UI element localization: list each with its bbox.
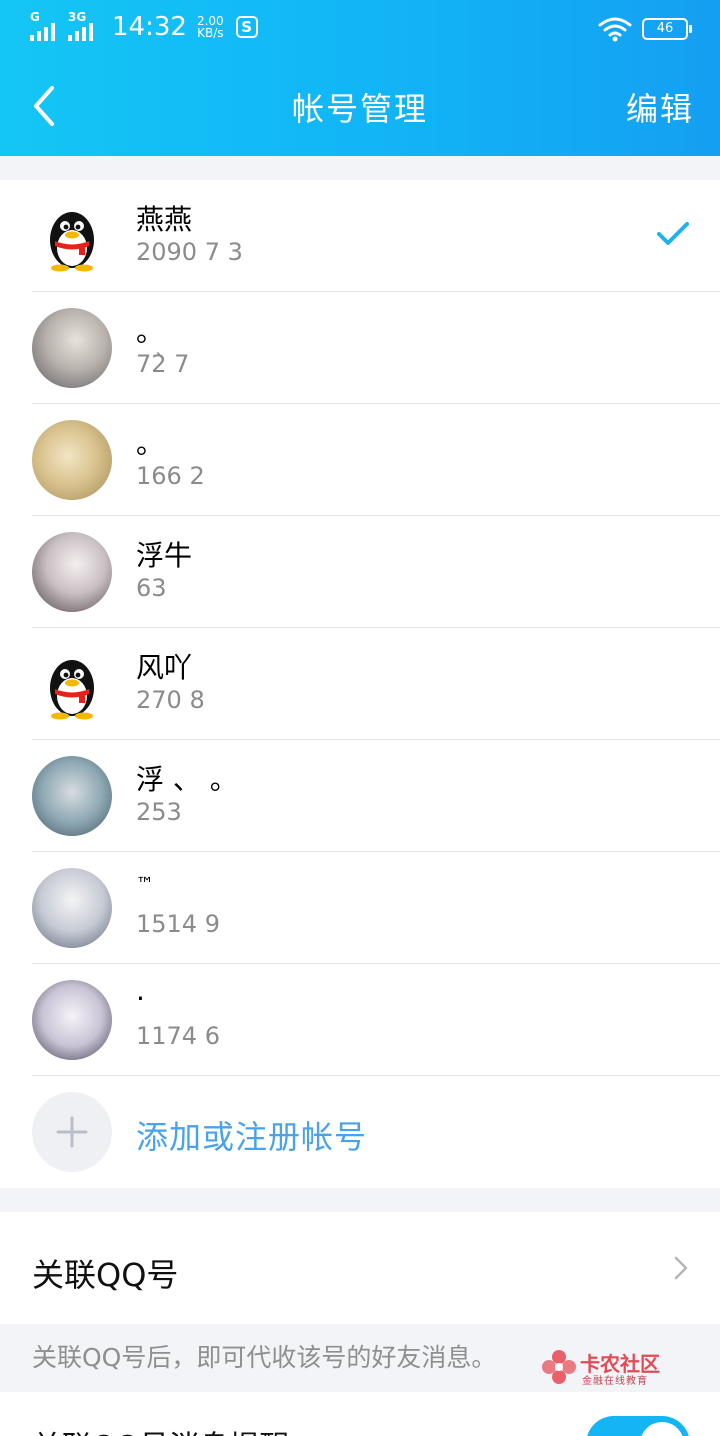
- network-speed-unit: KB/s: [197, 26, 224, 40]
- link-qq-label: 关联QQ号: [32, 1256, 179, 1294]
- account-row[interactable]: ™ 1514 9: [0, 852, 720, 964]
- account-number: 166 2: [136, 462, 205, 490]
- network-speed: 2.00 KB/s: [197, 15, 224, 39]
- account-number: 2090 7 3: [136, 238, 243, 266]
- account-number: 1174 6: [136, 1022, 220, 1050]
- account-name: 燕燕: [136, 203, 193, 236]
- message-reminder-row[interactable]: 关联QQ号消息提醒: [0, 1392, 720, 1436]
- account-number: 253: [136, 798, 182, 826]
- link-qq-note: 关联QQ号后，即可代收该号的好友消息。: [32, 1343, 497, 1372]
- account-row[interactable]: 浮牛 63: [0, 516, 720, 628]
- account-list: 燕燕 2090 7 3 。 72̀ 7 。 166 2 浮牛 63 风吖 270…: [0, 180, 720, 1188]
- watermark-logo: 卡农社区 金融在线教育: [540, 1346, 670, 1388]
- account-name: ™: [136, 874, 154, 895]
- message-reminder-label: 关联QQ号消息提醒: [32, 1422, 289, 1436]
- flower-logo-icon: [542, 1350, 576, 1384]
- account-number: 1514 9: [136, 910, 220, 938]
- account-name: 浮牛: [136, 539, 193, 572]
- status-bar: G 3G 14:32 2.00 KB/s S 46: [0, 0, 720, 56]
- wifi-icon: [598, 17, 632, 42]
- avatar: [32, 756, 112, 836]
- account-number: 72̀ 7: [136, 350, 190, 378]
- account-row[interactable]: 燕燕 2090 7 3: [0, 180, 720, 292]
- watermark-subtitle: 金融在线教育: [582, 1376, 648, 1387]
- account-name: 。: [136, 427, 165, 460]
- account-row[interactable]: 浮 、 。 253: [0, 740, 720, 852]
- message-reminder-toggle[interactable]: [586, 1416, 690, 1436]
- signal-2-icon: 3G: [68, 10, 98, 41]
- account-name: 风吖: [136, 651, 193, 684]
- page-title: 帐号管理: [291, 90, 428, 128]
- avatar: [32, 868, 112, 948]
- status-right: 46: [598, 16, 692, 42]
- account-name: ·: [136, 982, 145, 1015]
- add-account-label: 添加或注册帐号: [136, 1118, 368, 1156]
- signal-1-label: G: [30, 10, 40, 24]
- avatar: [32, 532, 112, 612]
- qq-penguin-icon: [32, 644, 112, 724]
- edit-button[interactable]: 编辑: [626, 84, 694, 130]
- toggle-knob: [640, 1422, 684, 1436]
- account-number: 63: [136, 574, 167, 602]
- account-row[interactable]: 。 166 2: [0, 404, 720, 516]
- add-account-row[interactable]: 添加或注册帐号: [0, 1076, 720, 1188]
- clock: 14:32: [112, 12, 187, 42]
- avatar: [32, 308, 112, 388]
- account-number: 270 8: [136, 686, 205, 714]
- avatar: [32, 980, 112, 1060]
- account-row[interactable]: 。 72̀ 7: [0, 292, 720, 404]
- account-name: 。: [136, 315, 165, 348]
- app-notification-icon: S: [235, 16, 258, 38]
- signal-2-label: 3G: [68, 10, 87, 24]
- signal-1-icon: G: [30, 10, 60, 41]
- top-bar: G 3G 14:32 2.00 KB/s S 46 帐号管理 编辑: [0, 0, 720, 156]
- chevron-right-icon: [674, 1256, 688, 1280]
- avatar: [32, 420, 112, 500]
- qq-penguin-icon: [32, 196, 112, 276]
- account-name: 浮 、 。: [136, 763, 238, 796]
- status-left: G 3G 14:32 2.00 KB/s S: [30, 10, 258, 42]
- add-icon: [32, 1092, 112, 1172]
- checkmark-icon: [657, 222, 689, 245]
- account-row[interactable]: · 1174 6: [0, 964, 720, 1076]
- battery-icon: 46: [642, 18, 692, 40]
- link-qq-row[interactable]: 关联QQ号: [0, 1212, 720, 1324]
- account-row[interactable]: 风吖 270 8: [0, 628, 720, 740]
